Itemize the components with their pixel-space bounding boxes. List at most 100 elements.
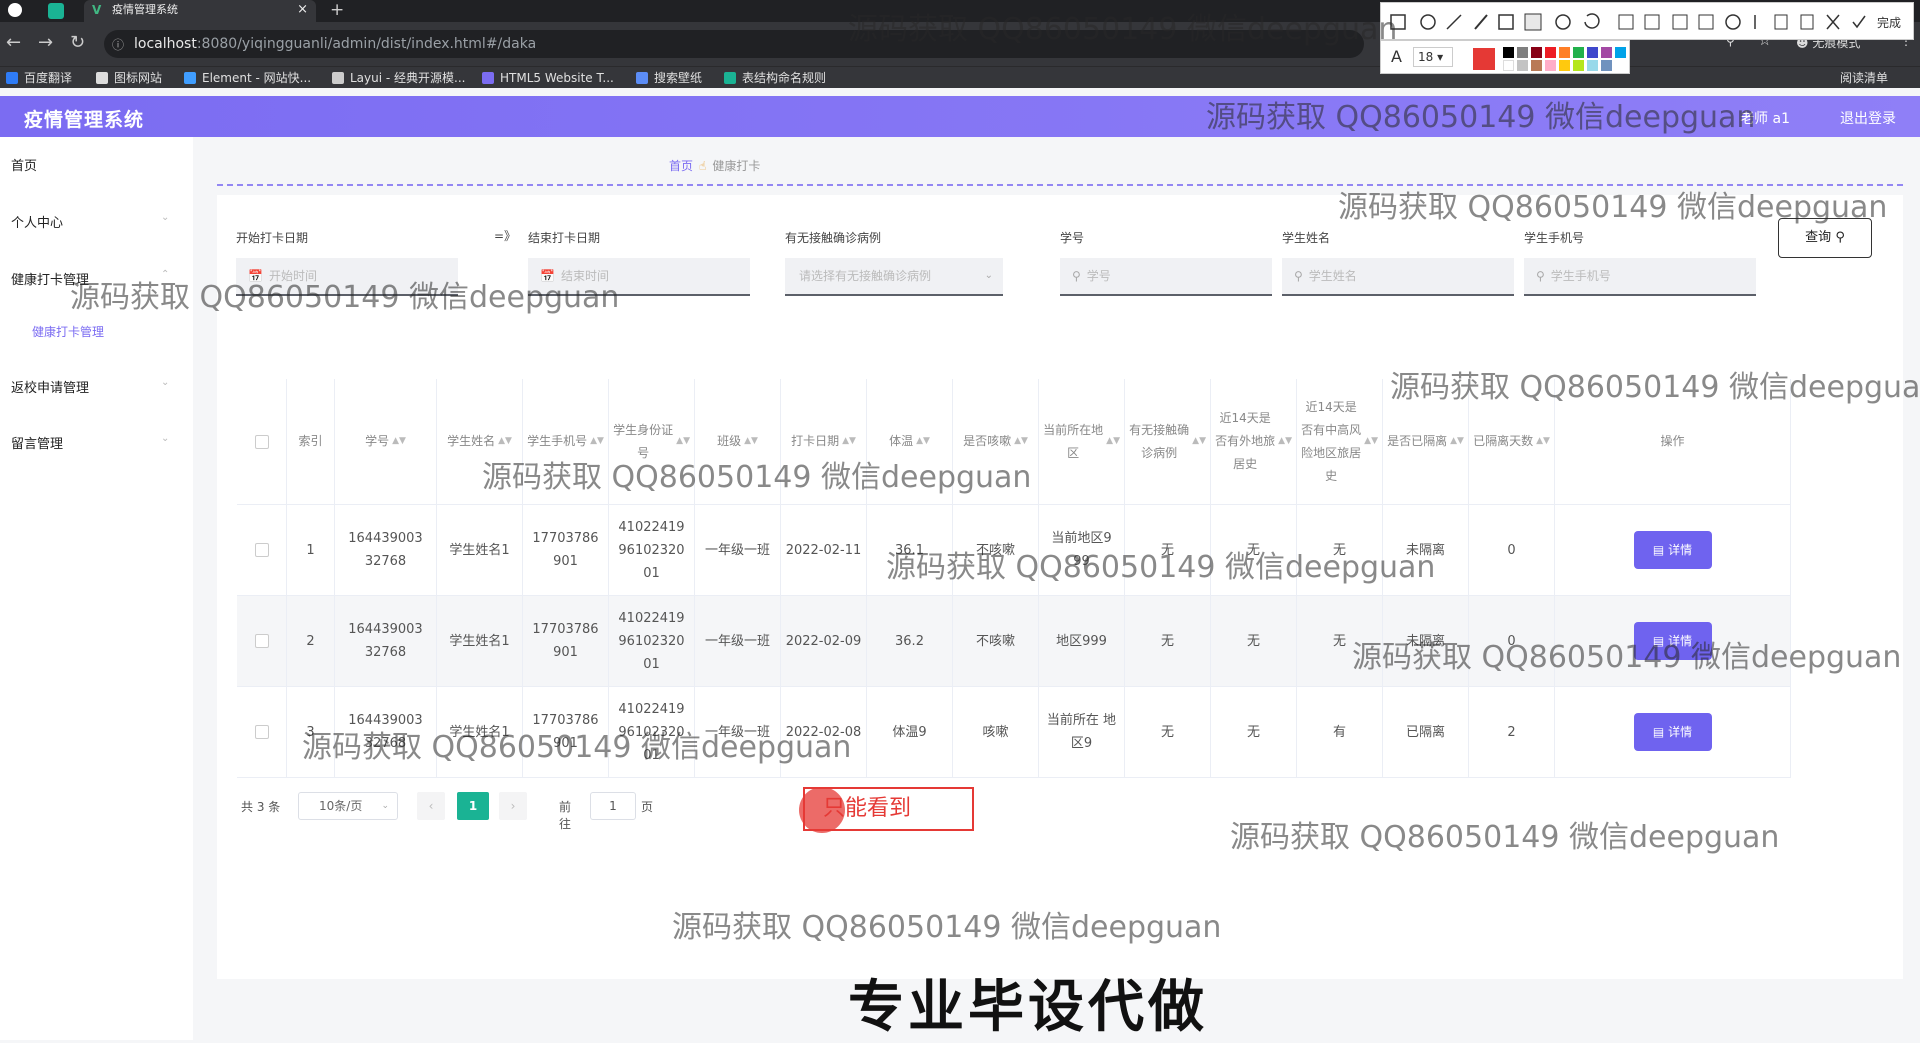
color-swatch[interactable] [1503, 60, 1514, 71]
end-date-input[interactable]: 📅 结束时间 [528, 258, 750, 296]
prev-page-button[interactable]: ‹ [417, 792, 445, 820]
color-swatch[interactable] [1573, 47, 1584, 58]
sort-icon[interactable]: ▲▼ [1106, 430, 1120, 453]
cell-value: 学生姓名1 [449, 633, 510, 649]
new-tab-button[interactable]: + [330, 0, 344, 20]
column-header-travel-history[interactable]: 近14天是否有外地旅居史 ▲▼ [1211, 379, 1297, 505]
cell-value: 2022-02-11 [785, 542, 862, 558]
color-swatch[interactable] [1573, 60, 1584, 71]
tab-close-icon[interactable]: × [297, 0, 308, 20]
forward-icon[interactable]: → [38, 32, 53, 53]
color-swatch[interactable] [1559, 47, 1570, 58]
column-header-student-idcard[interactable]: 学生身份证号 ▲▼ [609, 379, 695, 505]
color-swatch[interactable] [1531, 60, 1542, 71]
column-header-student-phone[interactable]: 学生手机号 ▲▼ [523, 379, 609, 505]
annotation-text: 只能看到 [823, 796, 912, 821]
color-swatch[interactable] [1531, 47, 1542, 58]
chrome-menu-icon[interactable] [8, 3, 22, 17]
color-swatch[interactable] [1601, 47, 1612, 58]
column-header-student-name[interactable]: 学生姓名 ▲▼ [437, 379, 523, 505]
sidebar-item-return-application[interactable]: 返校申请管理 ⌄ [11, 377, 169, 396]
color-swatch[interactable] [1615, 47, 1626, 58]
color-swatch[interactable] [1587, 60, 1598, 71]
bookmark-item[interactable]: Layui - 经典开源模... [332, 69, 465, 87]
url-input[interactable]: localhost:8080/yiqingguanli/admin/dist/i… [104, 30, 1364, 58]
column-header-current-region[interactable]: 当前所在地区 ▲▼ [1039, 379, 1125, 505]
color-swatch[interactable] [1517, 47, 1528, 58]
student-phone-input[interactable]: ⚲ 学生手机号 [1524, 258, 1756, 296]
reading-list[interactable]: 阅读清单 [1840, 69, 1888, 87]
sidebar-item-messages[interactable]: 留言管理 ⌄ [11, 433, 169, 452]
row-checkbox[interactable] [254, 634, 269, 648]
info-icon[interactable]: ⓘ [112, 36, 124, 53]
student-name-input[interactable]: ⚲ 学生姓名 [1282, 258, 1514, 296]
color-swatch[interactable] [1545, 47, 1556, 58]
app-icon[interactable] [48, 3, 64, 19]
color-swatch[interactable] [1559, 60, 1570, 71]
detail-button[interactable]: ▤ 详情 [1633, 531, 1712, 569]
sidebar-item-home[interactable]: 首页 [11, 155, 37, 174]
column-header-cough[interactable]: 是否咳嗽 ▲▼ [953, 379, 1039, 505]
breadcrumb-home[interactable]: 首页 [669, 159, 693, 173]
query-button[interactable]: 查询 ⚲ [1778, 218, 1872, 258]
bookmark-item[interactable]: 图标网站 [96, 69, 162, 87]
cell-index: 3 [287, 687, 335, 778]
column-header-risk-area-history[interactable]: 近14天是否有中高风险地区旅居史 ▲▼ [1297, 379, 1383, 505]
color-swatch[interactable] [1587, 47, 1598, 58]
row-checkbox[interactable] [254, 543, 269, 557]
column-header-isolated[interactable]: 是否已隔离 ▲▼ [1383, 379, 1469, 505]
bookmark-item[interactable]: 百度翻译 [6, 69, 72, 87]
back-icon[interactable]: ← [6, 32, 21, 53]
detail-button[interactable]: ▤ 详情 [1633, 622, 1712, 660]
sort-icon[interactable]: ▲▼ [1278, 430, 1292, 453]
bookmark-item[interactable]: Element - 网站快... [184, 69, 311, 87]
column-header-contact-case[interactable]: 有无接触确诊病例 ▲▼ [1125, 379, 1211, 505]
color-swatch[interactable] [1517, 60, 1528, 71]
select-all-checkbox[interactable] [254, 434, 269, 449]
screenshot-tools-icons[interactable] [1381, 3, 1915, 41]
row-checkbox[interactable] [254, 725, 269, 739]
start-date-input[interactable]: 📅 开始时间 [236, 258, 458, 296]
detail-button[interactable]: ▤ 详情 [1633, 713, 1712, 751]
screenshot-done-button[interactable]: 完成 [1877, 14, 1901, 31]
sidebar-item-health-checkin[interactable]: 健康打卡管理 ⌃ [11, 269, 169, 288]
sidebar-subitem-health-checkin[interactable]: 健康打卡管理 [32, 323, 104, 340]
reload-icon[interactable]: ↻ [70, 32, 85, 53]
color-swatch[interactable] [1503, 47, 1514, 58]
bookmark-item[interactable]: 搜索壁纸 [636, 69, 702, 87]
cell-checkin-date: 2022-02-09 [781, 596, 867, 687]
sort-icon[interactable]: ▲▼ [392, 430, 406, 453]
page-number-button[interactable]: 1 [457, 792, 489, 820]
sort-icon[interactable]: ▲▼ [590, 430, 604, 453]
column-header-temperature[interactable]: 体温 ▲▼ [867, 379, 953, 505]
column-header-isolated-days[interactable]: 已隔离天数 ▲▼ [1469, 379, 1555, 505]
sort-icon[interactable]: ▲▼ [1014, 430, 1028, 453]
column-header-class[interactable]: 班级 ▲▼ [695, 379, 781, 505]
font-size-select[interactable]: 18 ▾ [1413, 47, 1453, 67]
sidebar-item-profile[interactable]: 个人中心 ⌄ [11, 212, 169, 231]
sort-icon[interactable]: ▲▼ [1536, 430, 1550, 453]
next-page-button[interactable]: › [499, 792, 527, 820]
active-color-swatch[interactable] [1473, 48, 1495, 70]
color-swatch[interactable] [1545, 60, 1556, 71]
sort-icon[interactable]: ▲▼ [916, 430, 930, 453]
sort-icon[interactable]: ▲▼ [744, 430, 758, 453]
logout-button[interactable]: 退出登录 [1840, 108, 1896, 128]
bookmark-item[interactable]: HTML5 Website T... [482, 69, 614, 87]
sort-icon[interactable]: ▲▼ [842, 430, 856, 453]
sort-icon[interactable]: ▲▼ [1450, 430, 1464, 453]
student-id-input[interactable]: ⚲ 学号 [1060, 258, 1272, 296]
sort-icon[interactable]: ▲▼ [676, 430, 690, 453]
cell-value: 无 [1332, 633, 1346, 649]
browser-tab[interactable]: V 疫情管理系统 × [84, 0, 316, 22]
sort-icon[interactable]: ▲▼ [498, 430, 512, 453]
color-swatch[interactable] [1601, 60, 1612, 71]
goto-page-input[interactable]: 1 [590, 792, 636, 820]
sort-icon[interactable]: ▲▼ [1364, 430, 1378, 453]
contact-select[interactable]: 请选择有无接触确诊病例 ⌄ [785, 258, 1003, 296]
page-size-select[interactable]: 10条/页 ⌄ [298, 792, 398, 820]
sort-icon[interactable]: ▲▼ [1192, 430, 1206, 453]
column-header-checkin-date[interactable]: 打卡日期 ▲▼ [781, 379, 867, 505]
column-header-student-id[interactable]: 学号 ▲▼ [335, 379, 437, 505]
bookmark-item[interactable]: 表结构命名规则 [724, 69, 826, 87]
